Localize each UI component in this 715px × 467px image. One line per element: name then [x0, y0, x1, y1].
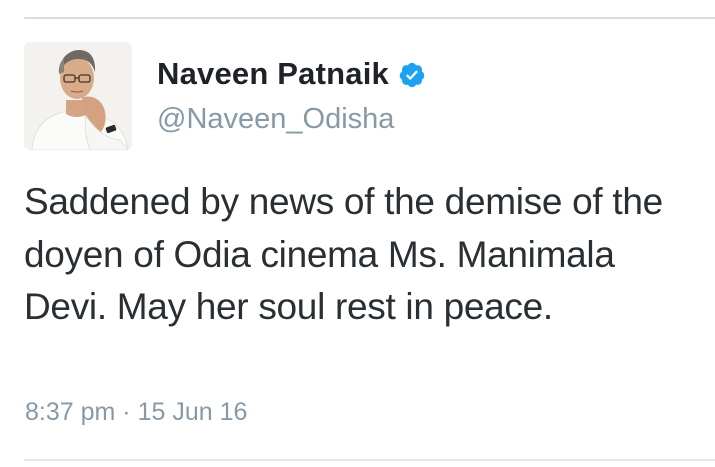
avatar[interactable] [24, 42, 132, 150]
display-name[interactable]: Naveen Patnaik [157, 56, 389, 92]
tweet-text: Saddened by news of the demise of the do… [24, 181, 663, 327]
top-divider [24, 17, 715, 19]
tweet-timestamp[interactable]: 8:37 pm · 15 Jun 16 [25, 398, 247, 427]
tweet-time: 8:37 pm [25, 398, 116, 426]
user-handle[interactable]: @Naveen_Odisha [157, 103, 426, 136]
tweet-date: 15 Jun 16 [137, 398, 248, 426]
bottom-divider [24, 459, 715, 461]
tweet-header: Naveen Patnaik @Naveen_Odisha [157, 54, 426, 136]
tweet-card: Naveen Patnaik @Naveen_Odisha Saddened b… [0, 0, 715, 467]
name-row: Naveen Patnaik [157, 54, 426, 94]
meta-separator: · [122, 398, 131, 426]
verified-badge-icon [398, 61, 426, 89]
